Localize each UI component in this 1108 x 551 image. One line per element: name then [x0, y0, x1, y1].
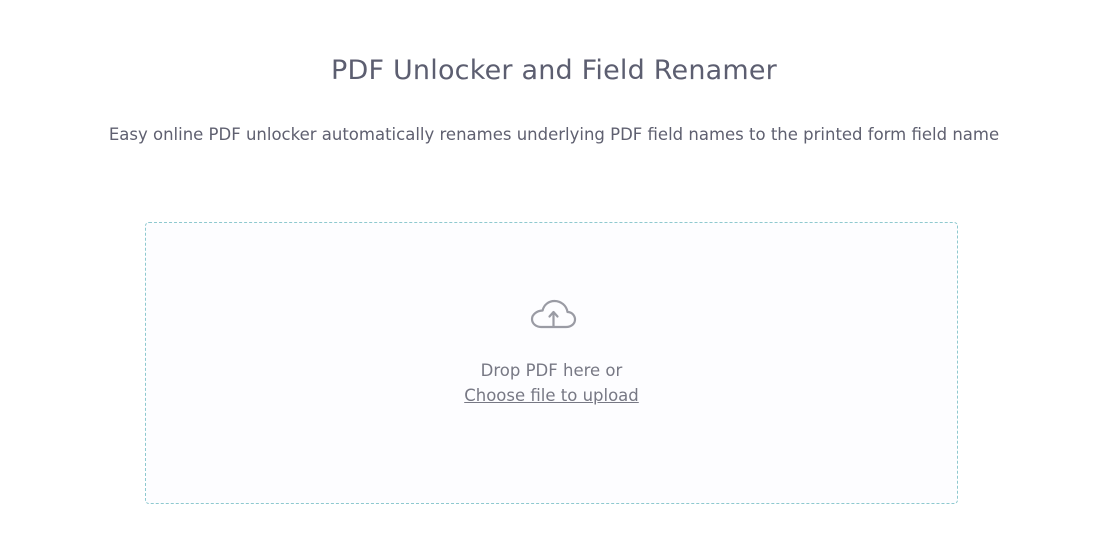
choose-file-link[interactable]: Choose file to upload: [464, 386, 639, 405]
pdf-dropzone[interactable]: Drop PDF here or Choose file to upload: [145, 222, 958, 504]
cloud-upload-icon: [530, 299, 577, 329]
page-subtitle: Easy online PDF unlocker automatically r…: [108, 125, 1000, 144]
drop-instruction: Drop PDF here or: [480, 361, 623, 380]
choose-file-container: Choose file to upload: [146, 385, 957, 407]
page-title: PDF Unlocker and Field Renamer: [330, 55, 777, 86]
page: PDF Unlocker and Field Renamer Easy onli…: [0, 0, 1108, 551]
